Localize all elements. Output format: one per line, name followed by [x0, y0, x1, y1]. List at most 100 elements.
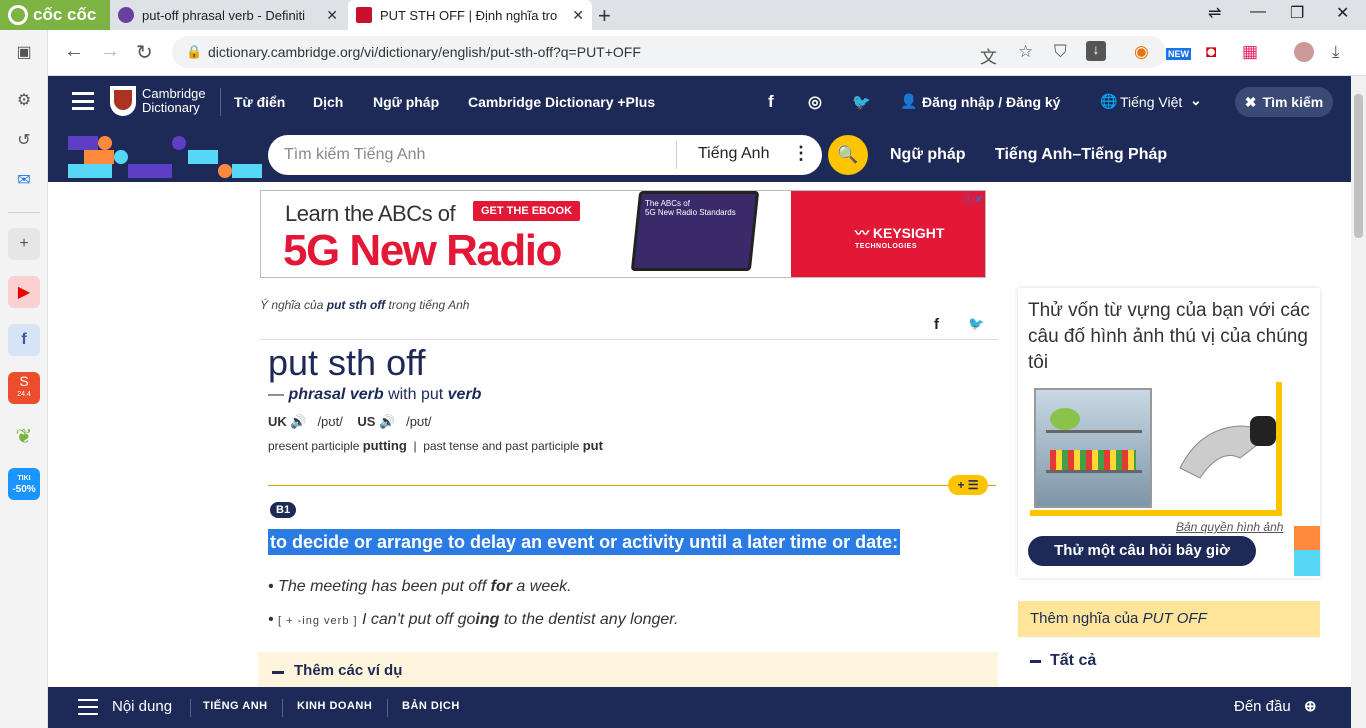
- back-to-top-link[interactable]: Đến đầu: [1234, 698, 1291, 715]
- search-divider: [676, 141, 677, 169]
- search-toggle-button[interactable]: ✖ Tìm kiếm: [1235, 87, 1333, 117]
- extension-grid-icon[interactable]: ▦: [1242, 42, 1258, 62]
- chevron-down-icon[interactable]: ⌄: [1190, 92, 1202, 109]
- decor-block: [68, 136, 98, 150]
- bottom-english-link[interactable]: TIẾNG ANH: [203, 700, 268, 712]
- quiz-image[interactable]: [1030, 382, 1282, 516]
- close-icon[interactable]: ✕: [326, 7, 338, 24]
- share-facebook-icon[interactable]: f: [934, 316, 939, 333]
- tab-title: PUT STH OFF | Định nghĩa tro: [380, 7, 558, 23]
- history-icon[interactable]: ↺: [8, 124, 40, 156]
- search-submit-button[interactable]: 🔍: [828, 135, 868, 175]
- search-input[interactable]: Tìm kiếm Tiếng Anh: [284, 146, 425, 164]
- messenger-icon[interactable]: ✉: [8, 164, 40, 196]
- facebook-icon[interactable]: f: [768, 92, 774, 112]
- tiki-badge: -50%: [12, 484, 36, 495]
- nav-translate[interactable]: Dịch: [313, 94, 343, 110]
- settings-icon[interactable]: ⚙: [8, 84, 40, 116]
- try-quiz-button[interactable]: Thử một câu hỏi bây giờ: [1028, 536, 1256, 566]
- add-to-wordlist-button[interactable]: + ☰: [948, 475, 988, 495]
- shopee-icon[interactable]: S 24.4: [8, 372, 40, 404]
- tab-1[interactable]: put-off phrasal verb - Definiti ✕: [110, 0, 346, 30]
- decor-stripe: [1294, 526, 1320, 576]
- minimize-icon[interactable]: —: [1250, 3, 1266, 21]
- example-2-bold: ing: [475, 611, 500, 628]
- coccoc-logo[interactable]: cốc cốc: [0, 0, 110, 30]
- more-examples-toggle[interactable]: Thêm các ví dụ: [258, 652, 998, 692]
- address-bar[interactable]: 🔒 dictionary.cambridge.org/vi/dictionary…: [172, 36, 1166, 68]
- restore-icon[interactable]: ❐: [1290, 3, 1304, 23]
- bottom-translate-link[interactable]: BẢN DỊCH: [402, 700, 460, 712]
- tab-2-active[interactable]: PUT STH OFF | Định nghĩa tro ✕: [348, 0, 592, 30]
- instagram-icon[interactable]: ◎: [808, 92, 822, 112]
- bottom-divider: [190, 699, 191, 717]
- facebook-icon[interactable]: f: [8, 324, 40, 356]
- inflections: present participle putting | past tense …: [268, 438, 603, 453]
- menu-icon[interactable]: [72, 92, 94, 110]
- url-text[interactable]: dictionary.cambridge.org/vi/dictionary/e…: [208, 44, 641, 60]
- nav-dictionary[interactable]: Từ điển: [234, 94, 285, 110]
- profile-avatar[interactable]: [1294, 42, 1314, 62]
- definition-text[interactable]: to decide or arrange to delay an event o…: [268, 529, 901, 555]
- close-window-icon[interactable]: ✕: [1336, 3, 1349, 23]
- add-icon[interactable]: +: [8, 228, 40, 260]
- close-icon[interactable]: ✕: [572, 7, 584, 24]
- meaning-heading: Ý nghĩa của put sth off trong tiếng Anh: [260, 298, 469, 312]
- logo-line2: Dictionary: [142, 100, 200, 115]
- forward-icon[interactable]: →: [100, 40, 120, 63]
- peeler-image: [1179, 416, 1276, 479]
- shield-icon[interactable]: ⛉: [1054, 42, 1067, 62]
- browser-tab-bar: cốc cốc put-off phrasal verb - Definiti …: [0, 0, 1366, 30]
- arrow-up-circle-icon[interactable]: ⊕: [1304, 697, 1317, 715]
- bottom-business-link[interactable]: KINH DOANH: [297, 700, 372, 712]
- contents-link[interactable]: Nội dung: [112, 698, 172, 715]
- us-audio-icon[interactable]: 🔊: [379, 414, 395, 429]
- language-select[interactable]: Tiếng Việt: [1120, 94, 1182, 110]
- download-page-icon[interactable]: ↓: [1086, 41, 1106, 61]
- page-scrollbar[interactable]: [1351, 76, 1366, 728]
- advertisement-banner[interactable]: Learn the ABCs of GET THE EBOOK 5G New R…: [260, 190, 986, 278]
- search-language-select[interactable]: Tiếng Anh: [698, 145, 769, 163]
- ad-ebook-button[interactable]: GET THE EBOOK: [473, 201, 581, 221]
- search-box[interactable]: Tìm kiếm Tiếng Anh Tiếng Anh ⋮: [268, 135, 822, 175]
- meaning-suffix: trong tiếng Anh: [388, 298, 470, 312]
- nav-grammar-link[interactable]: Ngữ pháp: [890, 146, 966, 164]
- decor-block: [232, 164, 262, 178]
- coccoc-leaf-icon[interactable]: ❦: [8, 420, 40, 452]
- search-icon: 🔍: [837, 145, 859, 164]
- translate-icon[interactable]: 文: [980, 43, 997, 68]
- search-bar-row: Tìm kiếm Tiếng Anh Tiếng Anh ⋮ 🔍 Ngữ phá…: [48, 128, 1351, 182]
- tiki-icon[interactable]: TIKI -50%: [8, 468, 40, 500]
- twitter-icon[interactable]: 🐦: [852, 93, 871, 111]
- login-link[interactable]: Đăng nhập / Đăng ký: [922, 94, 1060, 110]
- site-header: Cambridge Dictionary Từ điển Dịch Ngữ phá…: [48, 76, 1351, 128]
- all-meanings-toggle[interactable]: Tất cả: [1030, 652, 1096, 670]
- tab-search-icon[interactable]: ⇌: [1208, 3, 1221, 23]
- reload-icon[interactable]: ↻: [136, 40, 153, 65]
- sidebar-toggle-icon[interactable]: ▣: [8, 36, 40, 68]
- chrome-extension-icon[interactable]: ◉: [1134, 42, 1149, 62]
- nav-plus[interactable]: Cambridge Dictionary +Plus: [468, 94, 655, 110]
- cambridge-shield-icon: [110, 86, 136, 116]
- extension-red-icon[interactable]: ◘: [1206, 42, 1216, 62]
- contents-menu-icon[interactable]: [78, 699, 98, 715]
- sidebar-divider: [8, 212, 40, 213]
- new-tab-icon[interactable]: +: [598, 3, 611, 29]
- ad-close-icon[interactable]: ⓘ✕: [963, 191, 983, 207]
- bookmark-star-icon[interactable]: ☆: [1018, 42, 1033, 62]
- scrollbar-thumb[interactable]: [1354, 94, 1363, 238]
- ad-brand: KEYSIGHT: [872, 225, 945, 241]
- cambridge-logo[interactable]: Cambridge Dictionary: [110, 86, 206, 116]
- example-2-part-c: to the dentist any longer.: [503, 611, 679, 628]
- downloads-icon[interactable]: ⤓: [1332, 42, 1340, 62]
- more-options-icon[interactable]: ⋮: [792, 143, 810, 164]
- nav-grammar[interactable]: Ngữ pháp: [373, 94, 439, 110]
- nav-english-french-link[interactable]: Tiếng Anh–Tiếng Pháp: [995, 146, 1167, 164]
- new-badge[interactable]: NEW: [1166, 48, 1191, 60]
- pos-dash: —: [268, 386, 284, 403]
- uk-audio-icon[interactable]: 🔊: [290, 414, 306, 429]
- youtube-icon[interactable]: ▶: [8, 276, 40, 308]
- share-twitter-icon[interactable]: 🐦: [968, 316, 984, 332]
- back-icon[interactable]: ←: [64, 40, 84, 63]
- image-copyright-link[interactable]: Bản quyền hình ảnh: [1176, 520, 1283, 534]
